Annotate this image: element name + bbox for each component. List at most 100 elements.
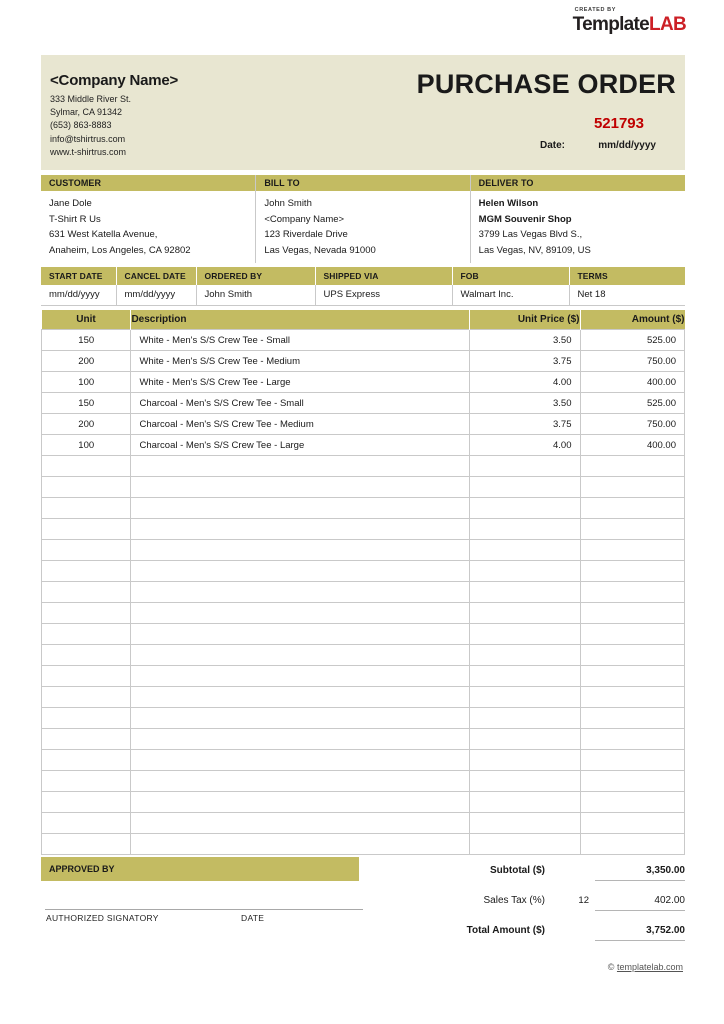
fob-value[interactable]: Walmart Inc. (452, 285, 570, 306)
item-unit-cell-empty[interactable] (40, 791, 132, 813)
item-unit-cell[interactable]: 200 (40, 350, 132, 372)
item-unit-cell-empty[interactable] (40, 581, 132, 603)
item-amount-cell-empty[interactable] (579, 791, 685, 813)
item-description-cell-empty[interactable] (130, 770, 470, 792)
item-amount-cell-empty[interactable] (579, 623, 685, 645)
item-unit-price-cell-empty[interactable] (468, 770, 581, 792)
item-unit-price-cell[interactable]: 3.50 (468, 329, 581, 351)
item-description-cell[interactable]: White - Men's S/S Crew Tee - Large (130, 371, 470, 393)
item-unit-price-cell-empty[interactable] (468, 728, 581, 750)
item-description-cell-empty[interactable] (130, 833, 470, 855)
item-unit-price-cell-empty[interactable] (468, 455, 581, 477)
item-amount-cell-empty[interactable] (579, 518, 685, 540)
start-date-value[interactable]: mm/dd/yyyy (41, 285, 117, 306)
item-unit-cell-empty[interactable] (40, 812, 132, 834)
item-unit-price-cell[interactable]: 4.00 (468, 371, 581, 393)
item-amount-cell-empty[interactable] (579, 749, 685, 771)
item-description-cell-empty[interactable] (130, 518, 470, 540)
item-unit-price-cell-empty[interactable] (468, 518, 581, 540)
item-amount-cell[interactable]: 525.00 (579, 392, 685, 414)
item-unit-cell-empty[interactable] (40, 644, 132, 666)
item-unit-price-cell-empty[interactable] (468, 623, 581, 645)
item-amount-cell-empty[interactable] (579, 602, 685, 624)
item-unit-cell-empty[interactable] (40, 476, 132, 498)
item-unit-cell-empty[interactable] (40, 686, 132, 708)
item-description-cell-empty[interactable] (130, 539, 470, 561)
item-description-cell-empty[interactable] (130, 707, 470, 729)
item-unit-cell-empty[interactable] (40, 518, 132, 540)
item-unit-price-cell[interactable]: 3.50 (468, 392, 581, 414)
item-description-cell-empty[interactable] (130, 665, 470, 687)
item-description-cell-empty[interactable] (130, 686, 470, 708)
item-amount-cell-empty[interactable] (579, 686, 685, 708)
item-amount-cell[interactable]: 525.00 (579, 329, 685, 351)
item-unit-price-cell-empty[interactable] (468, 476, 581, 498)
item-amount-cell-empty[interactable] (579, 812, 685, 834)
item-unit-cell-empty[interactable] (40, 623, 132, 645)
item-unit-cell-empty[interactable] (40, 497, 132, 519)
item-unit-cell-empty[interactable] (40, 770, 132, 792)
item-description-cell[interactable]: Charcoal - Men's S/S Crew Tee - Medium (130, 413, 470, 435)
item-unit-price-cell-empty[interactable] (468, 665, 581, 687)
item-unit-price-cell[interactable]: 3.75 (468, 413, 581, 435)
item-unit-price-cell-empty[interactable] (468, 812, 581, 834)
item-unit-price-cell[interactable]: 3.75 (468, 350, 581, 372)
item-unit-price-cell-empty[interactable] (468, 833, 581, 855)
item-description-cell-empty[interactable] (130, 476, 470, 498)
item-unit-price-cell-empty[interactable] (468, 707, 581, 729)
item-unit-cell[interactable]: 100 (40, 371, 132, 393)
item-unit-price-cell-empty[interactable] (468, 644, 581, 666)
item-amount-cell-empty[interactable] (579, 770, 685, 792)
item-amount-cell-empty[interactable] (579, 581, 685, 603)
item-unit-cell-empty[interactable] (40, 602, 132, 624)
terms-value[interactable]: Net 18 (569, 285, 685, 306)
item-amount-cell-empty[interactable] (579, 560, 685, 582)
item-description-cell-empty[interactable] (130, 623, 470, 645)
item-unit-cell-empty[interactable] (40, 455, 132, 477)
ordered-by-value[interactable]: John Smith (196, 285, 316, 306)
item-description-cell-empty[interactable] (130, 602, 470, 624)
item-unit-cell[interactable]: 200 (40, 413, 132, 435)
item-amount-cell[interactable]: 750.00 (579, 350, 685, 372)
item-unit-cell-empty[interactable] (40, 560, 132, 582)
item-description-cell-empty[interactable] (130, 791, 470, 813)
item-amount-cell[interactable]: 400.00 (579, 434, 685, 456)
item-unit-cell-empty[interactable] (40, 707, 132, 729)
item-description-cell-empty[interactable] (130, 749, 470, 771)
item-amount-cell-empty[interactable] (579, 644, 685, 666)
item-description-cell-empty[interactable] (130, 455, 470, 477)
item-unit-price-cell-empty[interactable] (468, 539, 581, 561)
item-unit-cell-empty[interactable] (40, 539, 132, 561)
sales-tax-rate[interactable]: 12 (578, 895, 589, 906)
item-description-cell-empty[interactable] (130, 644, 470, 666)
item-amount-cell-empty[interactable] (579, 665, 685, 687)
item-amount-cell-empty[interactable] (579, 833, 685, 855)
item-unit-cell-empty[interactable] (40, 749, 132, 771)
item-amount-cell-empty[interactable] (579, 539, 685, 561)
item-unit-cell[interactable]: 100 (40, 434, 132, 456)
item-unit-cell-empty[interactable] (40, 833, 132, 855)
item-unit-cell[interactable]: 150 (40, 329, 132, 351)
cancel-date-value[interactable]: mm/dd/yyyy (116, 285, 197, 306)
item-unit-cell[interactable]: 150 (40, 392, 132, 414)
item-unit-cell-empty[interactable] (40, 665, 132, 687)
item-description-cell[interactable]: White - Men's S/S Crew Tee - Medium (130, 350, 470, 372)
item-amount-cell[interactable]: 750.00 (579, 413, 685, 435)
item-description-cell[interactable]: Charcoal - Men's S/S Crew Tee - Large (130, 434, 470, 456)
item-unit-price-cell[interactable]: 4.00 (468, 434, 581, 456)
item-amount-cell[interactable]: 400.00 (579, 371, 685, 393)
templatelab-link[interactable]: templatelab.com (617, 962, 683, 972)
shipped-via-value[interactable]: UPS Express (315, 285, 453, 306)
item-description-cell-empty[interactable] (130, 581, 470, 603)
item-description-cell-empty[interactable] (130, 560, 470, 582)
item-amount-cell-empty[interactable] (579, 728, 685, 750)
item-unit-price-cell-empty[interactable] (468, 560, 581, 582)
item-description-cell[interactable]: Charcoal - Men's S/S Crew Tee - Small (130, 392, 470, 414)
item-unit-price-cell-empty[interactable] (468, 686, 581, 708)
item-amount-cell-empty[interactable] (579, 455, 685, 477)
item-unit-price-cell-empty[interactable] (468, 791, 581, 813)
item-amount-cell-empty[interactable] (579, 497, 685, 519)
item-description-cell-empty[interactable] (130, 497, 470, 519)
item-unit-price-cell-empty[interactable] (468, 497, 581, 519)
item-amount-cell-empty[interactable] (579, 476, 685, 498)
